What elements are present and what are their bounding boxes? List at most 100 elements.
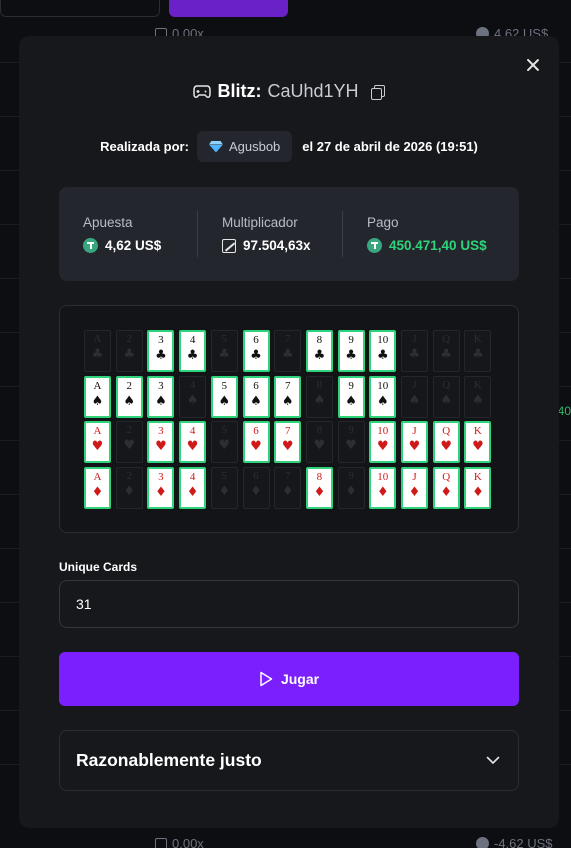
card-rank: 7 bbox=[284, 469, 291, 482]
card-rank: Q bbox=[442, 333, 451, 345]
bet-stats: Apuesta 4,62 US$ Multiplicador 97.504,63… bbox=[59, 187, 519, 281]
play-label: Jugar bbox=[280, 671, 320, 687]
background-amount-bottom: -4,62 US$ bbox=[476, 836, 553, 848]
card-rank: 4 bbox=[189, 334, 196, 346]
card-rank: K bbox=[473, 333, 482, 345]
card-rank: 3 bbox=[158, 379, 164, 392]
card-suit: ♦ bbox=[186, 484, 199, 500]
card: 2 ♦ bbox=[115, 466, 143, 509]
card-rank: 2 bbox=[126, 424, 132, 436]
card-rank: 7 bbox=[284, 379, 291, 392]
fairness-label: Razonablemente justo bbox=[76, 750, 262, 770]
card-suit: ♠ bbox=[186, 392, 199, 408]
card-suit: ♣ bbox=[408, 347, 421, 362]
tether-icon bbox=[83, 238, 98, 253]
card-rank: 2 bbox=[126, 469, 132, 482]
card-suit: ♠ bbox=[472, 392, 484, 408]
card-suit: ♠ bbox=[313, 392, 326, 408]
card-suit: ♣ bbox=[123, 347, 136, 362]
multiplier-icon bbox=[155, 838, 167, 848]
background-multiplier-bottom: 0.00x bbox=[155, 836, 204, 848]
stat-payout-label: Pago bbox=[367, 215, 399, 230]
card: 7 ♥ bbox=[274, 421, 302, 463]
card: Q ♦ bbox=[432, 466, 460, 509]
card: 8 ♣ bbox=[305, 330, 333, 372]
card-rank: 2 bbox=[126, 379, 132, 392]
card-suit: ♣ bbox=[91, 347, 104, 362]
card: A ♥ bbox=[84, 421, 111, 463]
stat-payout: Pago 450.471,40 US$ bbox=[343, 204, 487, 264]
card: A ♣ bbox=[84, 330, 111, 372]
card: K ♦ bbox=[464, 466, 492, 509]
card-rank: 3 bbox=[158, 470, 164, 483]
card-suit: ♦ bbox=[250, 483, 262, 499]
card: 2 ♣ bbox=[115, 330, 143, 372]
play-icon bbox=[259, 671, 273, 687]
card-rank: A bbox=[93, 379, 102, 392]
card: 5 ♥ bbox=[210, 421, 238, 463]
modal-title: Blitz: CaUhd1YH bbox=[19, 81, 559, 102]
game-name: Blitz: bbox=[217, 81, 262, 101]
card-rank: Q bbox=[442, 425, 451, 437]
card-rank: 4 bbox=[189, 425, 196, 437]
card-suit: ♥ bbox=[313, 438, 326, 453]
card-rank: 8 bbox=[316, 424, 323, 436]
card: 3 ♥ bbox=[147, 421, 175, 463]
stat-bet-label: Apuesta bbox=[83, 215, 133, 230]
close-icon[interactable] bbox=[524, 56, 542, 74]
card: 7 ♦ bbox=[274, 466, 302, 509]
card: 9 ♠ bbox=[337, 375, 365, 418]
card-rank: 10 bbox=[377, 425, 389, 437]
card-rank: J bbox=[412, 333, 417, 345]
card-rank: 6 bbox=[253, 379, 259, 392]
card-suit: ♥ bbox=[472, 439, 484, 454]
card-rank: Q bbox=[442, 378, 451, 391]
card: J ♦ bbox=[401, 466, 428, 509]
card-suit: ♠ bbox=[281, 393, 294, 409]
card-suit: ♣ bbox=[186, 348, 199, 363]
user-chip[interactable]: Agusbob bbox=[196, 131, 293, 162]
card: 3 ♦ bbox=[147, 466, 175, 509]
stat-bet: Apuesta 4,62 US$ bbox=[59, 204, 197, 264]
card-rank: A bbox=[93, 333, 102, 345]
card-suit: ♦ bbox=[472, 484, 484, 500]
card-rank: J bbox=[412, 470, 417, 483]
copy-icon[interactable] bbox=[370, 84, 385, 100]
card: 9 ♣ bbox=[337, 330, 365, 372]
card: 3 ♣ bbox=[147, 330, 175, 372]
card-rank: K bbox=[473, 425, 482, 437]
card-suit: ♥ bbox=[218, 438, 231, 453]
card-suit: ♦ bbox=[345, 483, 357, 499]
card-suit: ♠ bbox=[218, 393, 231, 409]
card-rank: 3 bbox=[158, 334, 164, 346]
card-suit: ♥ bbox=[186, 439, 199, 454]
background-top-button bbox=[0, 0, 160, 17]
play-button[interactable]: Jugar bbox=[59, 652, 519, 706]
card-suit: ♦ bbox=[313, 484, 326, 500]
card-suit: ♦ bbox=[440, 484, 453, 500]
card-suit: ♣ bbox=[155, 348, 167, 363]
card-rank: 4 bbox=[189, 470, 196, 483]
unique-cards-field[interactable]: 31 bbox=[59, 580, 519, 628]
card: 10 ♦ bbox=[369, 466, 397, 509]
stat-multiplier-value: 97.504,63x bbox=[243, 238, 311, 253]
card: J ♣ bbox=[401, 330, 428, 372]
card-suit: ♦ bbox=[91, 484, 104, 500]
card-suit: ♣ bbox=[440, 347, 453, 362]
card: K ♥ bbox=[464, 421, 492, 463]
card-suit: ♣ bbox=[345, 348, 357, 363]
card-rank: 6 bbox=[253, 334, 259, 346]
card-rank: 10 bbox=[377, 379, 389, 392]
card: 7 ♣ bbox=[274, 330, 302, 372]
stat-multiplier: Multiplicador 97.504,63x bbox=[198, 204, 342, 264]
card: 5 ♠ bbox=[210, 375, 238, 418]
card-suit: ♣ bbox=[472, 347, 484, 362]
card: Q ♣ bbox=[432, 330, 460, 372]
card-rank: 5 bbox=[221, 469, 228, 482]
card: 4 ♠ bbox=[179, 375, 207, 418]
card: K ♣ bbox=[464, 330, 492, 372]
card-suit: ♥ bbox=[155, 439, 167, 454]
bet-details-modal: Blitz: CaUhd1YH Realizada por: Agusbob e… bbox=[19, 36, 559, 828]
card-rank: 8 bbox=[316, 378, 323, 391]
fairness-accordion[interactable]: Razonablemente justo bbox=[59, 730, 519, 791]
